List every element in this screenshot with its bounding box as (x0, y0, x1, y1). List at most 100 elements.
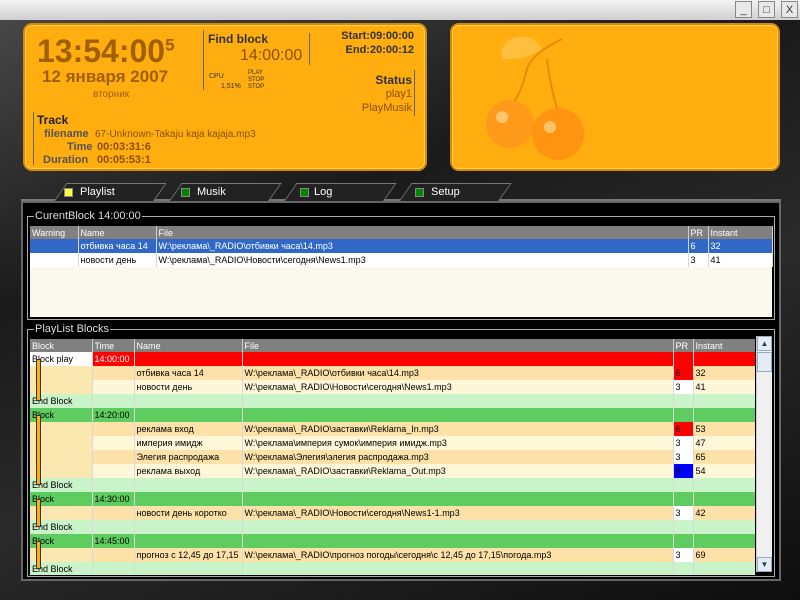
playlist-blocks-title: PlayList Blocks (34, 323, 110, 335)
cell-file (242, 408, 674, 422)
end-block-row[interactable]: End Block (30, 562, 755, 575)
cell-instant: 47 (693, 436, 755, 450)
scroll-down-button[interactable]: ▼ (757, 557, 772, 572)
col-file[interactable]: File (156, 226, 689, 239)
playlist-grid: Block Time Name File PR Instant Block pl… (30, 339, 755, 575)
minimize-button[interactable]: _ (735, 1, 752, 18)
cell-instant (693, 520, 755, 534)
cell-name (134, 394, 243, 408)
cell-file: W:\реклама\_RADIO\отбивки часа\14.mp3 (242, 366, 674, 380)
tab-setup-indicator (415, 188, 424, 197)
table-row[interactable]: прогноз с 12,45 до 17,15 W:\реклама\_RADI… (30, 548, 755, 562)
playlist-body: Block Time Name File PR Instant Block pl… (30, 339, 755, 575)
cell-file: W:\реклама\_RADIO\отбивки часа\14.mp3 (156, 239, 689, 253)
cell-pr (673, 352, 694, 366)
cell-time (92, 436, 135, 450)
cherry-icon (486, 36, 584, 160)
cell-time: 14:00:00 (92, 352, 135, 366)
current-block-title: CurentBlock 14:00:00 (34, 210, 142, 222)
col-name[interactable]: Name (134, 339, 243, 352)
find-block-time: 14:00:00 (240, 47, 303, 64)
info-panel: 13:54:005 12 января 2007 вторник Find bl… (23, 23, 427, 171)
end-block-row[interactable]: End Block (30, 478, 755, 492)
find-block-label: Find block (208, 32, 268, 46)
cell-time (92, 464, 135, 478)
start-time: Start:09:00:00 (341, 30, 414, 42)
block-header-row[interactable]: Block play 14:00:00 (30, 352, 755, 366)
playlist-table: Block Time Name File PR Instant Block pl… (30, 339, 755, 575)
tab-playlist-indicator (64, 188, 73, 197)
block-header-row[interactable]: Block 14:30:00 (30, 492, 755, 506)
cell-name: реклама выход (134, 464, 243, 478)
tab-setup[interactable]: Setup (398, 183, 512, 202)
block-bracket (36, 541, 41, 569)
cell-file: W:\реклама\_RADIO\Новости\сегодня\News1.… (156, 253, 689, 267)
table-row[interactable]: Элегия распродажа W:\реклама\Элегия\элеги… (30, 450, 755, 464)
duration-label: Duration (43, 154, 89, 166)
col-instant[interactable]: Instant (693, 339, 755, 352)
maximize-button[interactable]: □ (758, 1, 775, 18)
clock-seconds: 5 (165, 35, 175, 55)
scroll-thumb[interactable] (757, 352, 772, 372)
table-row[interactable]: империя имидж W:\реклама\империя сумок\им… (30, 436, 755, 450)
table-row[interactable]: отбивка часа 14 W:\реклама\_RADIO\отбивки… (30, 366, 755, 380)
cell-pr (673, 408, 694, 422)
col-pr[interactable]: PR (673, 339, 694, 352)
cell-pr (673, 562, 694, 575)
filename-label: filename (44, 128, 89, 140)
current-block-table: Warning Name File PR Instant отбивка час… (30, 226, 773, 267)
cell-time (92, 394, 135, 408)
cell-file (242, 562, 674, 575)
cell-pr: 3 (673, 450, 694, 464)
end-block-row[interactable]: End Block (30, 394, 755, 408)
cell-time (92, 380, 135, 394)
col-name[interactable]: Name (78, 226, 157, 239)
cell-instant: 41 (693, 380, 755, 394)
tab-musik-indicator (181, 188, 190, 197)
playlist-scrollbar[interactable]: ▲ ▼ (756, 336, 772, 572)
track-label: Track (37, 113, 69, 127)
tab-setup-label: Setup (431, 186, 460, 198)
col-block[interactable]: Block (30, 339, 93, 352)
end-time: End:20:00:12 (345, 44, 414, 56)
cell-time (92, 422, 135, 436)
stop-indicator: STOP (248, 77, 265, 83)
table-row[interactable]: реклама вход W:\реклама\_RADIO\заставки\R… (30, 422, 755, 436)
clock-time: 13:54:005 (37, 33, 175, 70)
status-divider (414, 70, 415, 116)
tab-log[interactable]: Log (283, 183, 397, 202)
tab-log-label: Log (314, 186, 333, 198)
block-header-row[interactable]: Block 14:20:00 (30, 408, 755, 422)
table-row[interactable]: отбивка часа 14 W:\реклама\_RADIO\отбивк… (30, 239, 773, 253)
tab-musik[interactable]: Musik (168, 183, 282, 202)
table-row[interactable]: новости день коротко W:\реклама\_RADIO\Но… (30, 506, 755, 520)
col-file[interactable]: File (242, 339, 674, 352)
tab-playlist-label: Playlist (80, 186, 115, 198)
close-button[interactable]: X (781, 1, 798, 18)
block-header-row[interactable]: Block 14:45:00 (30, 534, 755, 548)
col-warning[interactable]: Warning (30, 226, 79, 239)
cell-time (92, 520, 135, 534)
cell-pr: 3 (673, 506, 694, 520)
cell-time (92, 562, 135, 575)
cell-pr (673, 534, 694, 548)
cell-name (134, 492, 243, 506)
status-label: Status (375, 73, 412, 87)
tab-playlist[interactable]: Playlist (53, 183, 167, 202)
time-value: 00:03:31:6 (97, 141, 151, 153)
cell-file: W:\реклама\_RADIO\заставки\Reklama_In.mp… (242, 422, 674, 436)
find-block-right-divider (309, 33, 310, 65)
col-instant[interactable]: Instant (708, 226, 773, 239)
col-pr[interactable]: PR (688, 226, 709, 239)
table-row[interactable]: новости день W:\реклама\_RADIO\Новости\с… (30, 253, 773, 267)
end-block-row[interactable]: End Block (30, 520, 755, 534)
filename-value: 67-Unknown-Takaju kaja kajaja.mp3 (95, 129, 256, 140)
table-row[interactable]: реклама выход W:\реклама\_RADIO\заставки\… (30, 464, 755, 478)
time-label: Time (67, 141, 93, 153)
table-row[interactable]: новости день W:\реклама\_RADIO\Новости\се… (30, 380, 755, 394)
col-time[interactable]: Time (92, 339, 135, 352)
cell-pr: 6 (673, 422, 694, 436)
duration-value: 00:05:53:1 (97, 154, 151, 166)
scroll-up-button[interactable]: ▲ (757, 336, 772, 351)
current-block-group: CurentBlock 14:00:00 Warning Name File P… (27, 210, 775, 320)
